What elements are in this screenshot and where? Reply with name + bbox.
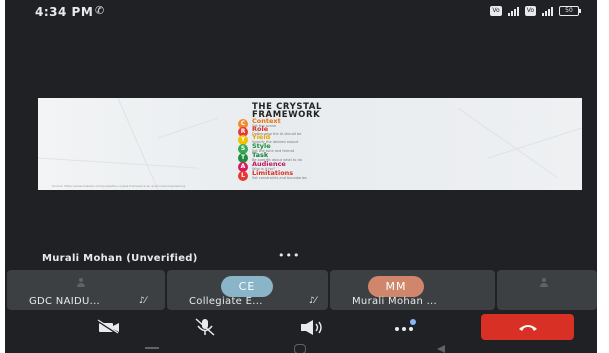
more-options-button[interactable] <box>385 316 425 338</box>
participant-name: Collegiate E... <box>189 296 263 307</box>
speaker-icon <box>301 320 322 335</box>
camera-off-button[interactable] <box>89 316 129 338</box>
mic-off-button[interactable] <box>185 316 225 338</box>
status-time: 4:34 PM <box>35 5 94 19</box>
framework-letter-badge: L <box>238 171 248 181</box>
avatar: MM <box>368 276 424 297</box>
signal-icon-2 <box>542 6 553 16</box>
signal-icon <box>507 6 519 16</box>
recents-icon[interactable] <box>145 347 159 349</box>
end-call-button[interactable] <box>481 314 574 340</box>
slide-source: Source: https://www.linkedin.com/pulse/t… <box>52 184 186 188</box>
avatar-placeholder-icon <box>539 278 549 290</box>
shared-screen[interactable]: THE CRYSTAL FRAMEWORK C Context Set the sce… <box>38 98 582 190</box>
status-icons: Vo Vo 50 <box>490 6 581 16</box>
status-bar: 4:34 PM ✆ Vo Vo 50 <box>5 0 597 24</box>
presenter-more-button[interactable]: ••• <box>278 249 300 262</box>
participant-tile[interactable]: GDC NAIDU... ♪⁄ <box>7 270 165 310</box>
end-call-icon <box>519 325 537 331</box>
avatar-placeholder-icon <box>76 278 86 290</box>
home-icon[interactable] <box>294 344 306 353</box>
battery-icon: 50 <box>559 6 581 16</box>
phone-call-icon: ✆ <box>95 4 105 17</box>
android-nav-bar <box>5 341 597 353</box>
mic-off-icon: ♪⁄ <box>139 296 147 306</box>
mic-off-icon: ♪⁄ <box>309 296 317 306</box>
meeting-screen: 4:34 PM ✆ Vo Vo 50 THE CRYSTAL FRAMEWORK … <box>5 0 597 353</box>
volte-icon-2: Vo <box>524 6 536 16</box>
presenter-name: Murali Mohan (Unverified) <box>42 253 198 264</box>
participant-name: GDC NAIDU... <box>29 296 101 307</box>
participant-tile[interactable]: CE Collegiate E... ♪⁄ <box>167 270 328 310</box>
participant-tile[interactable]: MM Murali Mohan ... <box>330 270 495 310</box>
presenter-bar: Murali Mohan (Unverified) ••• <box>5 249 597 268</box>
speaker-button[interactable] <box>293 316 333 338</box>
back-icon[interactable] <box>437 345 445 353</box>
participant-tile[interactable] <box>497 270 597 310</box>
volte-icon: Vo <box>490 6 502 16</box>
framework-item: L Limitations Set constraints and boundari… <box>238 169 438 181</box>
avatar: CE <box>221 276 273 297</box>
mic-off-icon <box>195 318 215 336</box>
call-controls <box>5 312 597 340</box>
framework-item-description: Set constraints and boundaries <box>252 176 307 180</box>
participant-name: Murali Mohan ... <box>352 296 438 307</box>
more-options-icon <box>395 319 416 331</box>
battery-level: 50 <box>565 7 573 14</box>
camera-off-icon <box>97 319 119 335</box>
